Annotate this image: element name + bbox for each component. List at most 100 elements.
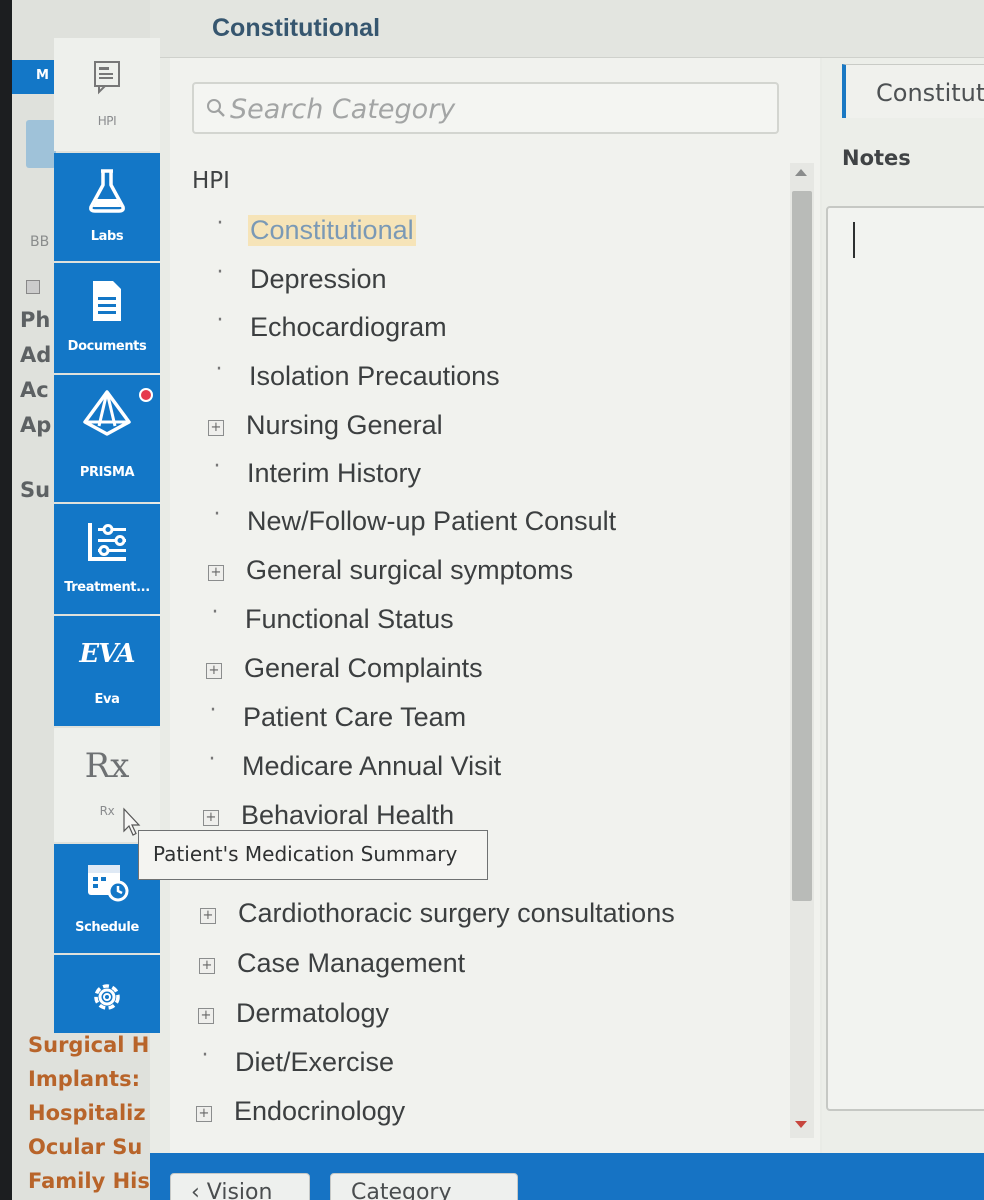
tree-item[interactable]: · New/Follow-up Patient Consult <box>209 504 750 544</box>
tree-item[interactable]: · Patient Care Team <box>205 700 750 740</box>
tree-item[interactable]: + General Complaints <box>206 651 750 691</box>
nav-item-label: PRISMA <box>79 465 135 480</box>
nav-item-label: Eva <box>94 692 120 707</box>
leaf-bullet-icon: · <box>215 357 223 382</box>
tree-item[interactable]: · Functional Status <box>207 602 750 642</box>
search-box[interactable] <box>192 82 779 134</box>
history-label: Hospitaliz <box>28 1101 146 1125</box>
tree-item-label: Isolation Precautions <box>249 361 500 391</box>
notes-label: Notes <box>842 146 911 170</box>
gear-icon <box>54 973 160 1021</box>
leaf-bullet-icon: · <box>201 1043 209 1068</box>
tree-item[interactable]: · Constitutional <box>212 213 750 253</box>
document-icon <box>54 277 160 325</box>
leaf-bullet-icon: · <box>216 308 224 333</box>
tree-item-label: Functional Status <box>245 604 454 634</box>
history-label: Surgical H <box>28 1033 150 1057</box>
tree-item-label: Interim History <box>247 458 422 488</box>
history-label: Ocular Su <box>28 1135 143 1159</box>
category-dialog: Constitutional HPI · Constitutional · Depre… <box>150 0 984 1200</box>
dialog-header: Constitutional <box>150 0 984 58</box>
expand-icon[interactable]: + <box>208 565 224 581</box>
sliders-icon <box>54 518 160 566</box>
leaf-bullet-icon: · <box>213 454 221 479</box>
list-scrollbar[interactable] <box>790 163 814 1138</box>
leaf-bullet-icon: · <box>216 260 224 285</box>
tree-item-label: General Complaints <box>244 653 483 683</box>
tree-item[interactable]: · Isolation Precautions <box>211 359 750 399</box>
nav-item-label: Labs <box>90 229 124 244</box>
expand-icon[interactable]: + <box>208 420 224 436</box>
tree-item-label: Cardiothoracic surgery consultations <box>238 898 675 928</box>
expand-icon[interactable]: + <box>200 908 216 924</box>
flask-icon <box>54 167 160 215</box>
search-icon <box>207 99 225 117</box>
notes-pane: Constitut Notes <box>822 58 984 1153</box>
tree-item[interactable]: + Dermatology <box>198 996 750 1036</box>
tree-item-label: Nursing General <box>246 410 443 440</box>
tree-item[interactable]: · Diet/Exercise <box>197 1045 750 1085</box>
nav-rail: HPI Labs Documents PRISMA Treatment... EVA Eva… <box>37 38 162 1033</box>
tree-item[interactable]: + General surgical symptoms <box>208 553 750 593</box>
nav-item-treatment[interactable]: Treatment... <box>54 504 160 614</box>
mouse-pointer-icon <box>123 807 141 836</box>
tree-item-label: Echocardiogram <box>250 312 447 342</box>
tab-constitutional[interactable]: Constitut <box>842 64 984 118</box>
nav-item-label: HPI <box>97 114 117 128</box>
tree-item[interactable]: + Nursing General <box>208 408 750 448</box>
rx-tooltip: Patient's Medication Summary <box>138 830 488 880</box>
expand-icon[interactable]: + <box>198 1008 214 1024</box>
expand-icon[interactable]: + <box>196 1106 212 1122</box>
tree-item-label: Depression <box>250 264 387 294</box>
screen-bezel <box>0 0 12 1200</box>
tree-item[interactable]: · Depression <box>212 262 750 302</box>
clipboard-note-icon <box>54 52 160 100</box>
leaf-bullet-icon: · <box>209 698 217 723</box>
tree-item[interactable]: + Case Management <box>199 946 750 986</box>
search-category-input[interactable] <box>230 92 770 126</box>
history-label: Implants: <box>28 1067 140 1091</box>
leaf-bullet-icon: · <box>208 747 216 772</box>
history-label: Family His <box>28 1169 150 1193</box>
nav-item-label: Documents <box>67 339 147 354</box>
rx-logo-text: Rx <box>84 746 130 786</box>
tree-item[interactable]: + Cardiothoracic surgery consultations <box>200 896 750 936</box>
category-button[interactable]: Category <box>330 1173 518 1200</box>
text-caret <box>853 222 855 258</box>
tree-item[interactable]: · Medicare Annual Visit <box>204 749 750 789</box>
nav-item-label: Treatment... <box>64 580 150 595</box>
tree-item-label: Behavioral Health <box>241 800 455 830</box>
leaf-bullet-icon: · <box>211 600 219 625</box>
tree-item-label: Patient Care Team <box>243 702 467 732</box>
expand-icon[interactable]: + <box>199 958 215 974</box>
nav-item-label: Rx <box>99 804 115 818</box>
tree-item[interactable]: · Echocardiogram <box>212 310 750 350</box>
nav-item-eva[interactable]: EVA Eva <box>54 616 160 726</box>
nav-item-prisma[interactable]: PRISMA <box>54 375 160 502</box>
tree-item-label: Dermatology <box>236 998 390 1028</box>
nav-item-settings[interactable] <box>54 955 160 1033</box>
scroll-down-arrow-icon[interactable] <box>795 1121 807 1128</box>
notes-textarea[interactable] <box>826 206 984 1111</box>
tree-item[interactable]: · Interim History <box>209 456 750 496</box>
nav-item-rx[interactable]: Rx Rx <box>54 728 160 842</box>
nav-item-hpi[interactable]: HPI <box>54 38 160 151</box>
expand-icon[interactable]: + <box>206 663 222 679</box>
expand-icon[interactable]: + <box>203 810 219 826</box>
eva-logo: EVA <box>54 630 160 678</box>
scrollbar-thumb[interactable] <box>792 191 812 901</box>
tree-item-label: Case Management <box>237 948 466 978</box>
back-vision-button[interactable]: ‹ Vision <box>170 1173 310 1200</box>
tree-item[interactable]: + Endocrinology <box>196 1094 750 1134</box>
tree-item-label: Medicare Annual Visit <box>242 751 502 781</box>
dialog-title: Constitutional <box>212 14 381 42</box>
tree-item-label: Constitutional <box>248 215 416 246</box>
tab-label: Constitut <box>876 79 984 107</box>
scroll-up-arrow-icon[interactable] <box>795 169 807 176</box>
nav-item-labs[interactable]: Labs <box>54 153 160 261</box>
nav-item-documents[interactable]: Documents <box>54 263 160 373</box>
tree-root-label: HPI <box>192 168 230 194</box>
leaf-bullet-icon: · <box>216 211 224 236</box>
category-list-pane: HPI · Constitutional · Depression · Echocardi… <box>170 58 820 1153</box>
dialog-footer: ‹ Vision Category <box>150 1153 984 1200</box>
